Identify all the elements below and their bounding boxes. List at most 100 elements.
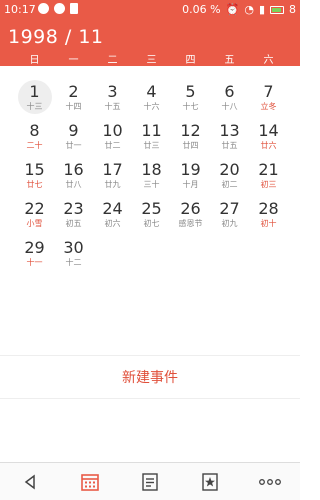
day-number: 22 — [24, 199, 45, 218]
day-number: 28 — [258, 199, 279, 218]
alarm-icon: ⏰ — [225, 3, 240, 16]
calendar-day[interactable]: 5 十七 — [171, 78, 210, 117]
day-number: 23 — [63, 199, 84, 218]
calendar-day[interactable]: 10 廿二 — [93, 117, 132, 156]
new-event-row[interactable]: 新建事件 — [0, 355, 300, 399]
chat-notification-icon — [38, 3, 49, 14]
calendar-day[interactable]: 18 三十 — [132, 156, 171, 195]
lunar-date: 廿四 — [182, 141, 199, 150]
calendar-day[interactable]: 25 初七 — [132, 195, 171, 234]
day-number: 16 — [63, 160, 84, 179]
calendar-day[interactable]: 15 廿七 — [15, 156, 54, 195]
lunar-date: 十二 — [65, 258, 82, 267]
day-number: 26 — [180, 199, 201, 218]
day-number: 8 — [29, 121, 40, 140]
day-number: 13 — [219, 121, 240, 140]
star-icon — [202, 472, 218, 491]
calendar-day[interactable]: 26 感恩节 — [171, 195, 210, 234]
calendar-day[interactable]: 23 初五 — [54, 195, 93, 234]
day-number: 20 — [219, 160, 240, 179]
app-notification-icon — [70, 3, 78, 14]
calendar-day[interactable]: 6 十八 — [210, 78, 249, 117]
lunar-date: 十八 — [221, 102, 238, 111]
calendar-day[interactable]: 14 廿六 — [249, 117, 288, 156]
calendar-day[interactable]: 3 十五 — [93, 78, 132, 117]
calendar-day-selected[interactable]: 1 十三 — [17, 80, 52, 114]
lunar-date: 十月 — [182, 180, 199, 189]
lunar-date: 初三 — [260, 180, 277, 189]
calendar-week-row: 15 廿七 16 廿八 17 廿九 18 三十 19 十月 20 初二 21 初三 — [15, 156, 288, 195]
calendar-day[interactable]: 19 十月 — [171, 156, 210, 195]
calendar-day[interactable]: 24 初六 — [93, 195, 132, 234]
back-button[interactable] — [15, 467, 45, 497]
lunar-date: 廿八 — [65, 180, 82, 189]
calendar-day[interactable]: 8 二十 — [15, 117, 54, 156]
more-button[interactable] — [255, 467, 285, 497]
lunar-date: 十四 — [65, 102, 82, 111]
day-number: 25 — [141, 199, 162, 218]
lunar-date: 十一 — [26, 258, 43, 267]
calendar-grid: 1 十三 2 十四 3 十五 4 十六 5 十七 6 十八 7 立冬 8 二十 9 廿一 10 廿二 11 廿三 12 廿四 1… — [15, 78, 288, 273]
calendar-icon — [81, 473, 99, 491]
calendar-day[interactable]: 20 初二 — [210, 156, 249, 195]
calendar-day[interactable]: 22 小雪 — [15, 195, 54, 234]
signal-icon: ▮ — [258, 3, 265, 16]
back-icon — [24, 474, 35, 489]
calendar-day[interactable]: 2 十四 — [54, 78, 93, 117]
month-title[interactable]: 1998 / 11 — [8, 26, 104, 48]
lunar-date: 三十 — [143, 180, 160, 189]
lunar-date: 初十 — [260, 219, 277, 228]
lunar-date: 十三 — [26, 101, 43, 111]
day-number: 14 — [258, 121, 279, 140]
lunar-date: 初二 — [221, 180, 238, 189]
day-number: 27 — [219, 199, 240, 218]
calendar-day[interactable]: 9 廿一 — [54, 117, 93, 156]
calendar-day[interactable]: 28 初十 — [249, 195, 288, 234]
lunar-date: 廿二 — [104, 141, 121, 150]
day-number: 6 — [224, 82, 235, 101]
bottom-toolbar — [0, 462, 300, 500]
calendar-day[interactable]: 12 廿四 — [171, 117, 210, 156]
lunar-date: 十五 — [104, 102, 121, 111]
lunar-date: 初九 — [221, 219, 238, 228]
list-view-button[interactable] — [135, 467, 165, 497]
weekday-label: 日 — [29, 55, 40, 66]
day-number: 24 — [102, 199, 123, 218]
weekday-label: 一 — [68, 55, 79, 66]
calendar-day[interactable]: 16 廿八 — [54, 156, 93, 195]
weekday-label: 四 — [185, 55, 196, 66]
calendar-day[interactable]: 21 初三 — [249, 156, 288, 195]
lunar-date: 廿五 — [221, 141, 238, 150]
status-bar: 10:17 0.06 % ⏰ ◔ ▮ 8 — [0, 0, 300, 20]
calendar-header: 1998 / 11 日 一 二 三 四 五 六 — [0, 20, 300, 66]
calendar-day[interactable]: 11 廿三 — [132, 117, 171, 156]
calendar-day[interactable]: 29 十一 — [15, 234, 54, 273]
battery-number: 8 — [289, 3, 296, 16]
lunar-date: 初六 — [104, 219, 121, 228]
day-number: 9 — [68, 121, 79, 140]
lunar-date: 十六 — [143, 102, 160, 111]
day-number: 17 — [102, 160, 123, 179]
lunar-date: 立冬 — [260, 102, 277, 111]
weekday-label: 二 — [107, 55, 118, 66]
lunar-date: 廿六 — [260, 141, 277, 150]
day-number: 19 — [180, 160, 201, 179]
lunar-date: 十七 — [182, 102, 199, 111]
more-icon — [259, 478, 281, 485]
calendar-day[interactable]: 30 十二 — [54, 234, 93, 273]
status-time: 10:17 — [4, 3, 36, 16]
calendar-day[interactable]: 4 十六 — [132, 78, 171, 117]
status-notification-icons — [38, 3, 78, 14]
sync-notification-icon — [54, 3, 65, 14]
day-number: 5 — [185, 82, 196, 101]
calendar-day[interactable]: 7 立冬 — [249, 78, 288, 117]
day-number: 3 — [107, 82, 118, 101]
favorites-button[interactable] — [195, 467, 225, 497]
new-event-button[interactable]: 新建事件 — [122, 367, 178, 387]
weekday-label: 六 — [263, 55, 274, 66]
day-number: 29 — [24, 238, 45, 257]
calendar-day[interactable]: 13 廿五 — [210, 117, 249, 156]
calendar-day[interactable]: 17 廿九 — [93, 156, 132, 195]
calendar-day[interactable]: 27 初九 — [210, 195, 249, 234]
calendar-view-button[interactable] — [75, 467, 105, 497]
